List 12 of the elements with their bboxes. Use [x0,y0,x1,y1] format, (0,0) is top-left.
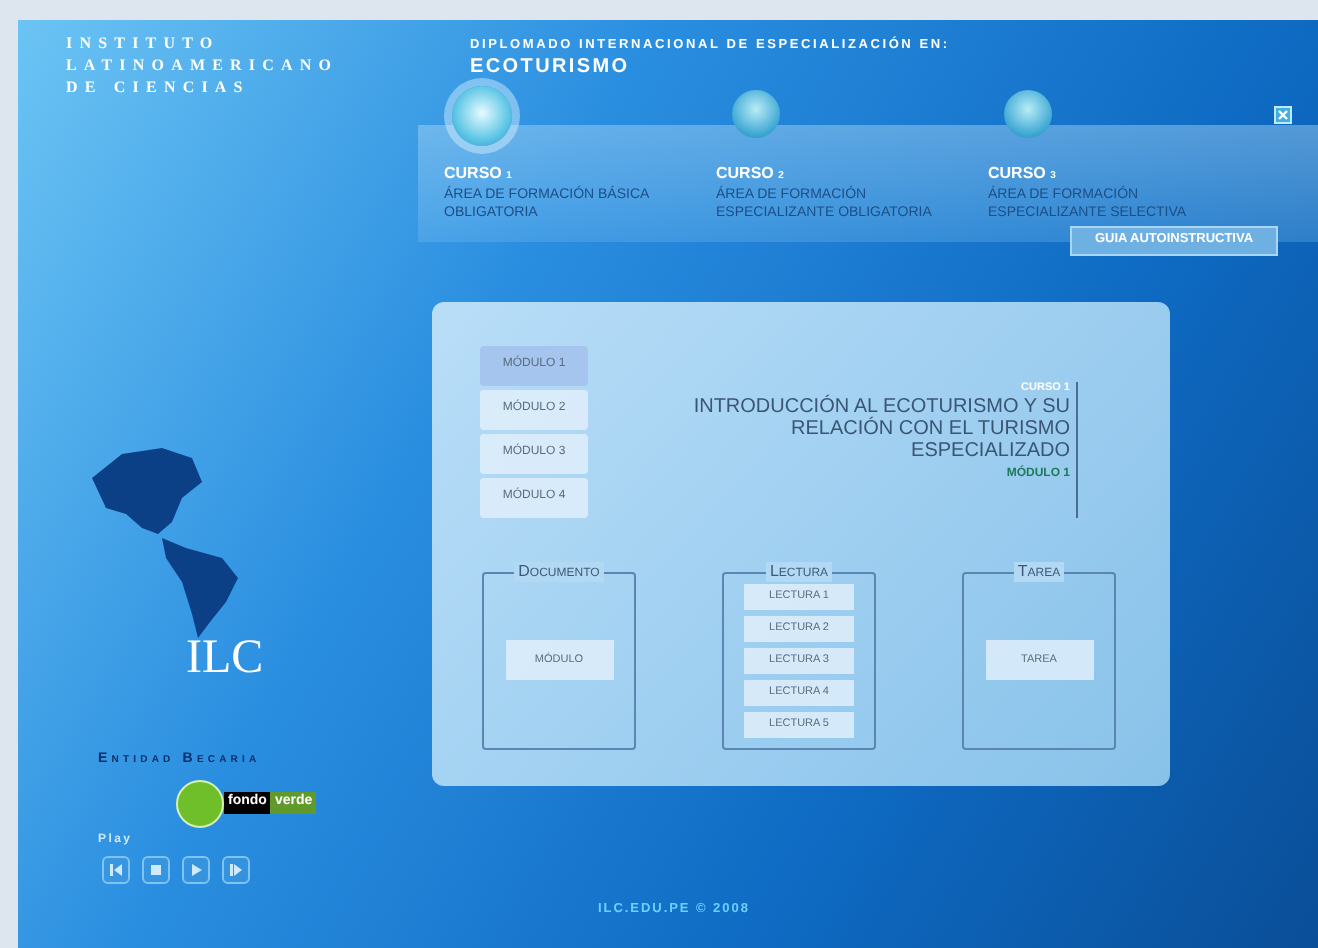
section-title: Documento [514,561,604,582]
play-icon[interactable] [182,855,210,883]
section-title: Lectura [765,561,833,582]
section-title: Tarea [1013,561,1065,582]
rewind-icon[interactable] [102,855,130,883]
module-title: INTRODUCCIÓN AL ECOTURISMO Y SU RELACIÓN CON EL TURISMO ESPECIALIZADO [691,395,1070,462]
close-icon[interactable] [1274,106,1292,124]
stop-icon[interactable] [142,855,170,883]
program-title: ECOTURISMO [470,55,632,78]
institute-name: INSTITUTO LATINOAMERICANO DE CIENCIAS [66,32,341,98]
forward-icon[interactable] [222,855,250,883]
logo-text: ILC [186,634,266,682]
